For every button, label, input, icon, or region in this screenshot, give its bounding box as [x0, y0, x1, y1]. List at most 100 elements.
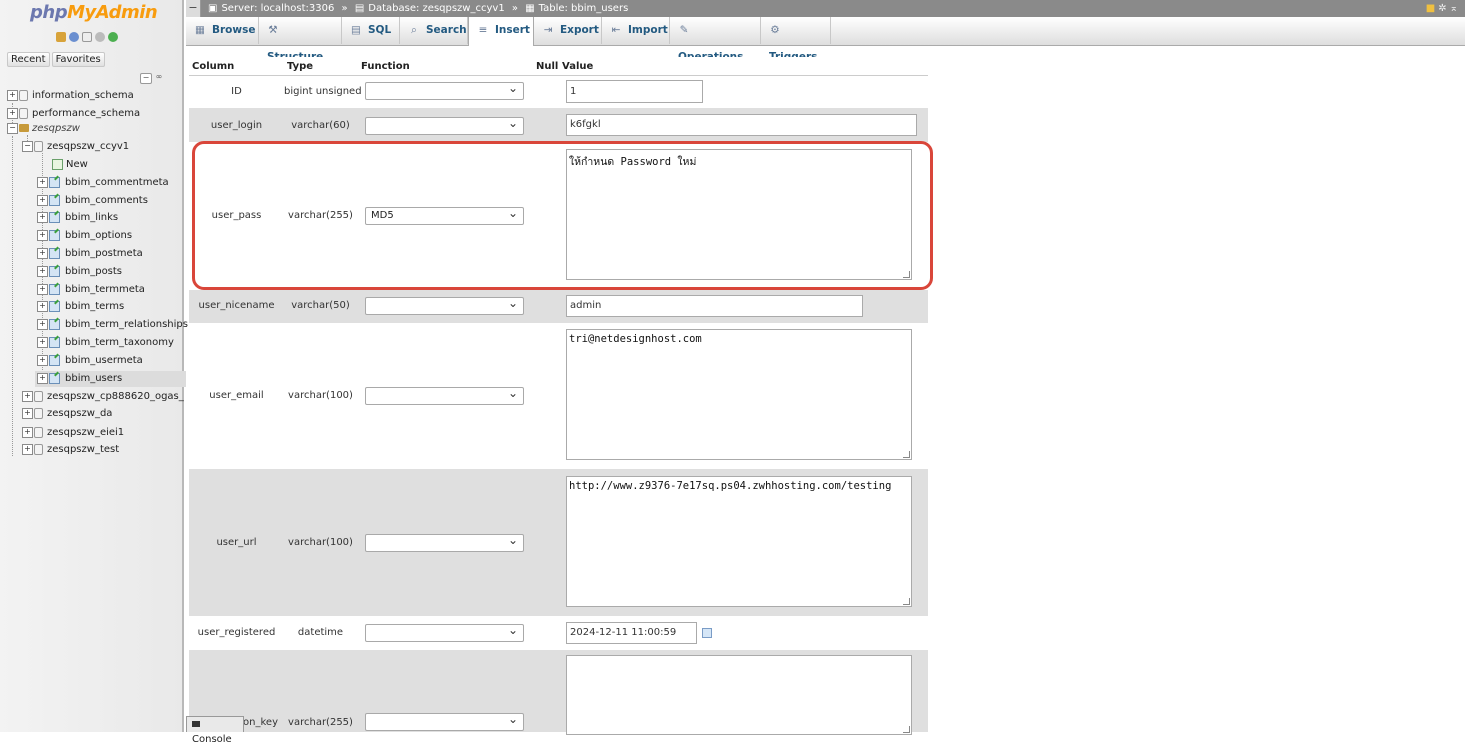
database-icon — [34, 426, 43, 438]
value-textarea-user-email[interactable]: tri@netdesignhost.com — [566, 329, 912, 460]
console-toggle[interactable]: Console — [186, 716, 244, 745]
value-textarea-user-url[interactable]: http://www.z9376-7e17sq.ps04.zwhhosting.… — [566, 476, 912, 607]
value-input-user-nicename[interactable]: admin — [566, 295, 863, 317]
database-icon: ▤ — [354, 3, 365, 14]
favorites-tab[interactable]: Favorites — [51, 52, 105, 67]
navigation-panel: phpMyAdmin Recent Favorites − ∞ + informa… — [0, 0, 188, 732]
tab-sql[interactable]: ▤ SQL — [342, 17, 400, 44]
import-icon: ⇤ — [611, 24, 621, 36]
breadcrumb-database[interactable]: Database: zesqpszw_ccyv1 — [368, 3, 504, 14]
tab-export[interactable]: ⇥ Export — [534, 17, 602, 44]
table-icon — [49, 194, 60, 206]
tree-table-bbim-termmeta[interactable]: + bbim_termmeta — [37, 282, 145, 298]
link-icon[interactable]: ∞ — [154, 73, 164, 82]
search-icon: ⌕ — [411, 24, 417, 36]
triggers-icon: ⚙ — [770, 24, 780, 36]
value-input-user-login[interactable]: k6fgkl — [566, 114, 917, 136]
export-icon: ⇥ — [543, 24, 553, 36]
recent-tab[interactable]: Recent — [7, 52, 50, 67]
tree-db-zesqpszw-ccyv1[interactable]: − zesqpszw_ccyv1 — [22, 139, 129, 155]
tree-table-bbim-links[interactable]: + bbim_links — [37, 210, 118, 226]
database-icon — [19, 89, 28, 101]
column-name: user_url — [216, 537, 257, 548]
phpmyadmin-logo[interactable]: phpMyAdmin — [30, 2, 158, 23]
tree-table-bbim-terms[interactable]: + bbim_terms — [37, 299, 124, 315]
tab-operations[interactable]: ✎Operations — [670, 17, 761, 63]
browse-icon: ▦ — [195, 24, 205, 36]
function-select[interactable] — [365, 80, 524, 100]
tree-db-zesqpszw-cp888620[interactable]: + zesqpszw_cp888620_ogas_a — [22, 389, 184, 405]
table-icon — [49, 211, 60, 223]
maximize-icon[interactable]: ⌅ — [1450, 3, 1461, 14]
function-select[interactable] — [365, 385, 524, 405]
breadcrumb-table[interactable]: Table: bbim_users — [539, 3, 629, 14]
table-icon — [49, 318, 60, 330]
tree-table-bbim-users[interactable]: + bbim_users — [35, 371, 186, 387]
reload-icon[interactable] — [108, 32, 118, 42]
database-group-icon — [19, 124, 29, 132]
quick-links — [56, 32, 118, 42]
value-input-id[interactable]: 1 — [566, 80, 703, 103]
header-function: Function — [361, 61, 410, 72]
function-select[interactable] — [365, 115, 524, 135]
function-select[interactable] — [365, 711, 524, 731]
breadcrumb-server[interactable]: Server: localhost:3306 — [221, 3, 334, 14]
tree-db-performance-schema[interactable]: + performance_schema — [7, 106, 140, 122]
function-select[interactable] — [365, 532, 524, 552]
table-icon — [49, 336, 60, 348]
settings-icon[interactable] — [95, 32, 105, 42]
tree-table-bbim-commentmeta[interactable]: + bbim_commentmeta — [37, 175, 169, 191]
value-input-user-registered[interactable]: 2024-12-11 11:00:59 — [566, 622, 697, 644]
database-icon — [19, 107, 28, 119]
tree-table-bbim-comments[interactable]: + bbim_comments — [37, 193, 148, 209]
structure-icon: ⚒ — [268, 24, 278, 36]
tree-table-bbim-postmeta[interactable]: + bbim_postmeta — [37, 246, 143, 262]
tab-insert[interactable]: ≡ Insert — [468, 17, 534, 46]
tree-group-zesqpszw[interactable]: − zesqpszw — [7, 121, 80, 137]
header-null: Null — [536, 61, 559, 72]
tree-table-bbim-options[interactable]: + bbim_options — [37, 228, 132, 244]
breadcrumb: − ▣ Server: localhost:3306 » ▤ Database: z… — [186, 0, 1465, 17]
calendar-icon[interactable] — [702, 628, 712, 638]
logout-icon[interactable] — [69, 32, 79, 42]
highlight-box — [192, 141, 933, 290]
column-type: varchar(50) — [291, 300, 350, 311]
column-name: user_email — [209, 390, 264, 401]
column-type: varchar(100) — [288, 537, 353, 548]
tree-table-bbim-term-taxonomy[interactable]: + bbim_term_taxonomy — [37, 335, 174, 351]
tab-structure[interactable]: ⚒Structure — [259, 17, 342, 63]
tree-table-bbim-usermeta[interactable]: + bbim_usermeta — [37, 353, 143, 369]
tree-db-information-schema[interactable]: + information_schema — [7, 88, 134, 104]
database-icon — [34, 390, 43, 402]
header-value: Value — [562, 61, 594, 72]
column-name: ID — [231, 86, 242, 97]
server-icon: ▣ — [208, 3, 218, 14]
tab-triggers[interactable]: ⚙Triggers — [761, 17, 831, 63]
collapse-all-icon[interactable]: − — [140, 73, 152, 84]
tree-db-zesqpszw-eiei1[interactable]: + zesqpszw_eiei1 — [22, 425, 124, 441]
function-select[interactable] — [365, 622, 524, 642]
column-name: user_login — [210, 120, 263, 131]
new-table-icon — [52, 158, 63, 170]
tree-db-zesqpszw-test[interactable]: + zesqpszw_test — [22, 442, 119, 458]
database-icon — [34, 140, 43, 152]
tab-import[interactable]: ⇤ Import — [602, 17, 670, 44]
tree-table-bbim-term-relationships[interactable]: + bbim_term_relationships — [37, 317, 188, 333]
column-type: bigint unsigned — [284, 86, 362, 97]
gear-icon[interactable]: ✲ — [1438, 3, 1449, 14]
tree-new-table[interactable]: New — [52, 157, 88, 173]
tree-table-bbim-posts[interactable]: + bbim_posts — [37, 264, 122, 280]
function-select[interactable] — [365, 295, 524, 315]
operations-icon: ✎ — [679, 24, 689, 36]
tab-search[interactable]: ⌕ Search — [400, 17, 468, 44]
collapse-panel-icon[interactable]: − — [186, 0, 201, 17]
column-type: datetime — [297, 627, 344, 638]
tab-browse[interactable]: ▦ Browse — [186, 17, 259, 44]
header-type: Type — [287, 61, 314, 72]
home-icon[interactable] — [56, 32, 66, 42]
table-icon — [49, 300, 60, 312]
value-textarea-activation-key[interactable] — [566, 655, 912, 735]
lock-icon[interactable]: ■ — [1426, 3, 1438, 14]
docs-icon[interactable] — [82, 32, 92, 42]
tree-db-zesqpszw-da[interactable]: + zesqpszw_da — [22, 406, 112, 422]
